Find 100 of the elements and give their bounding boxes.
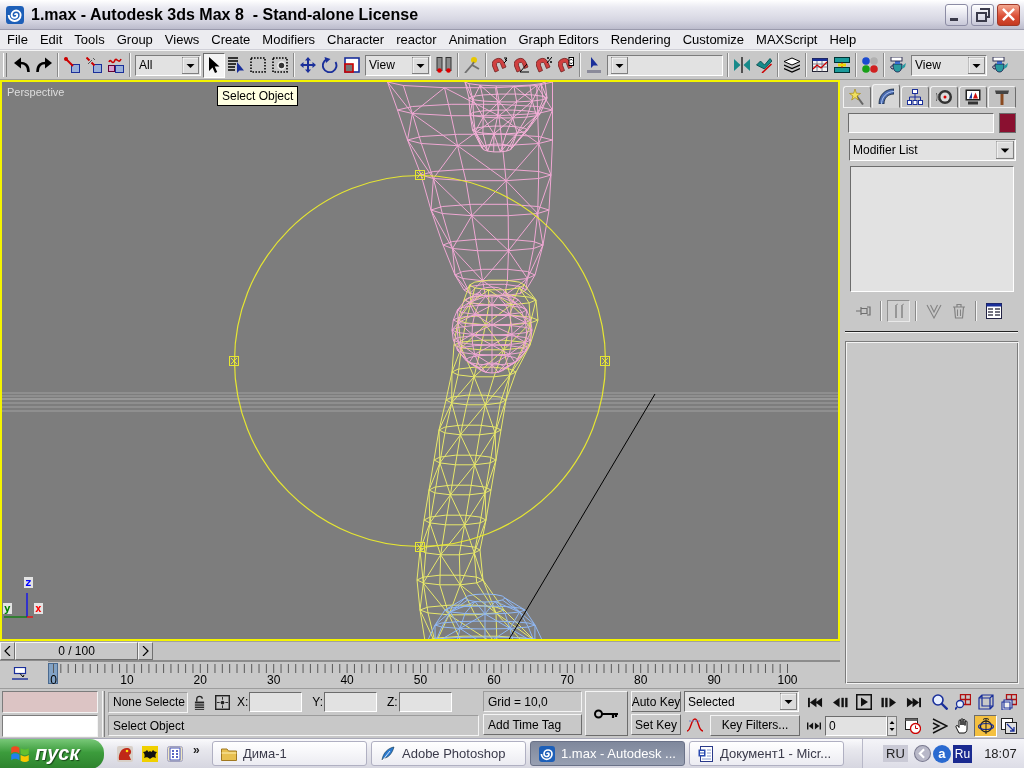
coordinate-field[interactable] — [249, 692, 303, 712]
spinner-icon — [887, 716, 897, 736]
menu-item[interactable]: Animation — [442, 30, 513, 49]
spiral-logo-icon — [6, 5, 24, 24]
key-button[interactable] — [585, 691, 628, 736]
modify-tab[interactable] — [872, 84, 900, 108]
trash-icon — [950, 303, 967, 319]
motion-tab[interactable] — [930, 86, 958, 108]
unlink-icon — [86, 57, 102, 73]
close-button[interactable] — [997, 3, 1020, 26]
current-frame-marker[interactable] — [48, 663, 58, 684]
menu-item[interactable]: Help — [823, 30, 863, 49]
frame-field[interactable]: 0 — [825, 716, 887, 736]
teapot-icon — [992, 57, 1008, 73]
frame-label: 100 — [777, 673, 798, 687]
menu-item[interactable]: Modifiers — [256, 30, 322, 49]
monitor-icon — [965, 89, 981, 105]
handle-marker-icon[interactable] — [600, 356, 610, 366]
keyboard-layout-button[interactable]: Ru — [952, 744, 973, 763]
menu-item[interactable]: Graph Editors — [512, 30, 605, 49]
coordinate-field[interactable] — [324, 692, 378, 712]
table-window-icon — [985, 303, 1002, 319]
key-filter-dropdown[interactable]: Selected — [684, 691, 799, 712]
caret-icon — [968, 56, 985, 74]
coordinate-field[interactable] — [398, 692, 452, 712]
display-tab[interactable] — [959, 86, 987, 108]
time-slider-thumb[interactable]: 0 / 100 — [15, 642, 138, 660]
minimize-button[interactable] — [945, 3, 968, 26]
undo-icon — [14, 57, 30, 73]
zoom-icon — [931, 694, 948, 710]
handle-marker-icon[interactable] — [415, 170, 425, 180]
language-indicator[interactable]: RU — [883, 745, 908, 762]
add-time-tag-button[interactable]: Add Time Tag — [483, 714, 582, 735]
taskbar-task[interactable]: Документ1 - Micr... — [689, 741, 844, 766]
frame-label: 40 — [340, 673, 354, 687]
key-filters-button[interactable]: Key Filters... — [710, 714, 800, 736]
frame-label: 80 — [634, 673, 648, 687]
menu-item[interactable]: reactor — [390, 30, 443, 49]
hierarchy-tab[interactable] — [901, 86, 929, 108]
quick-launch-button[interactable] — [141, 744, 159, 763]
color-swatch-icon[interactable] — [999, 113, 1016, 133]
clock: 18:07 — [984, 746, 1017, 761]
start-button[interactable]: пуск — [0, 738, 104, 768]
coordinate-label: X: — [237, 695, 249, 709]
menu-item[interactable]: File — [1, 30, 34, 49]
caret-icon — [780, 693, 797, 710]
toolbar-dropdown[interactable]: View — [365, 54, 431, 76]
script-listener-field[interactable] — [2, 691, 98, 713]
menu-item[interactable]: Group — [110, 30, 159, 49]
script-output-field[interactable] — [2, 715, 98, 737]
toolbar-dropdown[interactable]: All — [135, 54, 201, 76]
feather-icon — [380, 745, 396, 762]
restore-button[interactable] — [971, 3, 994, 26]
create-tab[interactable] — [843, 86, 871, 108]
menu-item[interactable]: MAXScript — [750, 30, 824, 49]
toolbar-dropdown[interactable] — [607, 54, 723, 76]
taskbar-task[interactable]: Adobe Photoshop — [371, 741, 526, 766]
caret-icon — [611, 56, 628, 74]
toolbar-dropdown[interactable]: View — [911, 54, 987, 76]
arc-rotate-button[interactable] — [974, 715, 997, 737]
lock-icon — [194, 694, 205, 710]
menu-item[interactable]: Views — [158, 30, 206, 49]
handle-marker-icon[interactable] — [229, 356, 239, 366]
menu-item[interactable]: Customize — [676, 30, 751, 49]
magnifier-grid-icon — [954, 694, 971, 710]
taskbar-task[interactable]: Дима-1 — [212, 741, 367, 766]
next-frame-button[interactable] — [138, 642, 153, 660]
tray-app-button[interactable]: a — [932, 744, 951, 763]
auto-key-button[interactable]: Auto Key — [631, 691, 681, 712]
select-object-button[interactable] — [203, 52, 225, 78]
set-key-mode-button[interactable]: Set Key — [631, 714, 681, 735]
windows-flag-icon — [10, 743, 30, 764]
menu-item[interactable]: Create — [205, 30, 257, 49]
cursor-arrow-icon — [206, 57, 222, 73]
hammer-icon — [994, 89, 1010, 105]
modifier-list-dropdown[interactable]: Modifier List — [849, 139, 1016, 161]
chevron-left-icon — [4, 646, 11, 656]
utilities-tab[interactable] — [988, 86, 1016, 108]
menu-item[interactable]: Tools — [68, 30, 111, 49]
cursor-underline-icon — [586, 57, 602, 73]
magnet-spinner-icon — [558, 57, 574, 73]
handle-marker-icon[interactable] — [415, 542, 425, 552]
creature-icon — [117, 745, 133, 762]
quick-launch-more-button[interactable]: » — [191, 742, 202, 757]
move-arrows-icon — [300, 57, 316, 73]
menu-item[interactable]: Rendering — [604, 30, 677, 49]
two-pillars-icon — [436, 57, 452, 73]
wand-star-icon — [849, 89, 865, 105]
time-slider-track[interactable]: 0 / 100 — [0, 641, 840, 661]
previous-frame-button[interactable] — [0, 642, 15, 660]
menu-item[interactable]: Edit — [33, 30, 69, 49]
perspective-viewport[interactable]: Perspective Select Object z y x — [0, 80, 840, 641]
list-cursor-icon — [228, 57, 244, 73]
menu-item[interactable]: Character — [321, 30, 391, 49]
object-name-field[interactable] — [848, 113, 994, 133]
coordinate-label: Z: — [387, 695, 398, 709]
chart-window-icon — [812, 57, 828, 73]
bat-icon — [142, 745, 158, 762]
rotate-icon — [322, 57, 338, 73]
selection-status: None Selecte — [108, 691, 188, 713]
